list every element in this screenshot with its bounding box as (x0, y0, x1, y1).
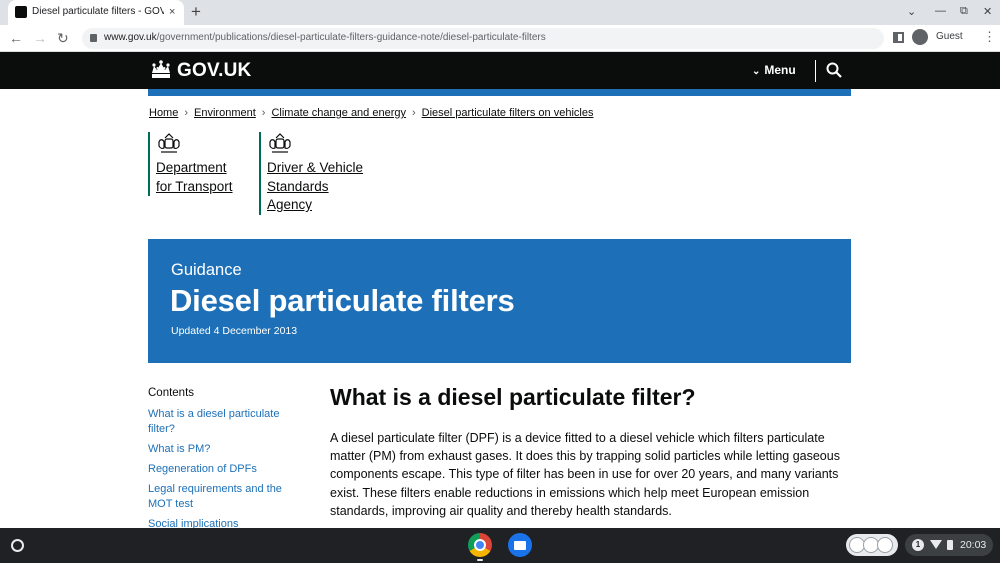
launcher-icon[interactable] (11, 539, 24, 552)
breadcrumb-separator-icon: › (184, 107, 189, 119)
minimize-icon[interactable]: — (935, 5, 946, 17)
chrome-icon-center (474, 539, 486, 551)
crown-icon[interactable] (149, 59, 173, 81)
lock-icon[interactable] (90, 34, 97, 42)
org-name-line[interactable]: Driver & Vehicle (267, 159, 363, 178)
new-tab-button[interactable]: + (191, 2, 201, 22)
address-bar[interactable]: www.gov.uk/government/publications/diese… (82, 28, 884, 49)
header-divider (815, 60, 816, 82)
reload-icon[interactable]: ↻ (57, 30, 69, 47)
tab-close-icon[interactable]: × (169, 5, 175, 19)
breadcrumb-separator-icon: › (411, 107, 416, 119)
contents-list: What is a diesel particulate filter? Wha… (148, 407, 298, 537)
browser-toolbar: ← → ↻ www.gov.uk/government/publications… (0, 25, 1000, 52)
side-panel-icon[interactable] (893, 32, 904, 43)
breadcrumb-separator-icon: › (261, 107, 266, 119)
breadcrumb-environment[interactable]: Environment (194, 107, 256, 119)
body-paragraph: A diesel particulate filter (DPF) is a d… (330, 431, 840, 518)
status-area[interactable]: 1 20:03 (905, 534, 993, 556)
chrome-icon[interactable] (468, 533, 492, 557)
os-shelf: 1 20:03 (0, 528, 1000, 563)
title-banner: Guidance Diesel particulate filters Upda… (148, 239, 851, 363)
menu-button[interactable]: ⌄ Menu (752, 63, 796, 77)
contents-link[interactable]: What is a diesel particulate filter? (148, 407, 298, 437)
profile-avatar-icon[interactable] (912, 29, 928, 45)
page-title: Diesel particulate filters (170, 283, 515, 318)
wifi-icon (930, 540, 942, 549)
chevron-down-icon: ⌄ (752, 66, 761, 77)
contents-link[interactable]: Regeneration of DPFs (148, 462, 298, 477)
running-indicator (477, 559, 483, 561)
clock: 20:03 (960, 539, 987, 551)
holding-space-tray[interactable] (846, 534, 898, 556)
battery-icon (947, 540, 953, 550)
notification-count-badge: 1 (912, 539, 924, 551)
org-name-line[interactable]: Standards (267, 178, 363, 197)
header-blue-bar (148, 89, 851, 96)
contents-heading: Contents (148, 387, 195, 399)
holding-item-icon (877, 537, 893, 553)
tab-title: Diesel particulate filters - GOV.UK (32, 6, 164, 17)
org-name-line[interactable]: Department (156, 159, 233, 178)
files-icon[interactable] (508, 533, 532, 557)
govuk-logo-text[interactable]: GOV.UK (177, 60, 251, 82)
org-logo-dvsa[interactable]: Driver & Vehicle Standards Agency (259, 132, 363, 215)
document-type: Guidance (171, 261, 242, 279)
org-logo-dft[interactable]: Department for Transport (148, 132, 233, 196)
breadcrumb-climate-change[interactable]: Climate change and energy (271, 107, 406, 119)
folder-icon (514, 541, 526, 550)
forward-icon[interactable]: → (33, 30, 47, 46)
breadcrumb-dpf-on-vehicles[interactable]: Diesel particulate filters on vehicles (422, 107, 594, 119)
royal-arms-icon (158, 133, 180, 153)
menu-label: Menu (764, 63, 796, 77)
section-heading: What is a diesel particulate filter? (330, 384, 696, 410)
browser-tab-strip: Diesel particulate filters - GOV.UK × + … (0, 0, 1000, 25)
org-name-line[interactable]: Agency (267, 196, 363, 215)
browser-menu-icon[interactable]: ⋮ (983, 29, 996, 45)
browser-tab[interactable]: Diesel particulate filters - GOV.UK × (8, 0, 184, 25)
breadcrumb: Home › Environment › Climate change and ener… (149, 107, 593, 119)
contents-link[interactable]: What is PM? (148, 442, 298, 457)
restore-icon[interactable]: ⧉ (960, 5, 968, 18)
royal-arms-icon (269, 133, 291, 153)
breadcrumb-home[interactable]: Home (149, 107, 178, 119)
back-icon[interactable]: ← (9, 30, 23, 46)
updated-date: Updated 4 December 2013 (171, 325, 298, 337)
tab-search-icon[interactable]: ⌄ (907, 5, 916, 18)
org-name-line[interactable]: for Transport (156, 178, 233, 197)
govuk-favicon-icon (15, 6, 27, 18)
profile-label[interactable]: Guest (936, 31, 963, 42)
address-url[interactable]: www.gov.uk/government/publications/diese… (104, 32, 546, 43)
search-icon[interactable] (826, 62, 842, 78)
govuk-header: GOV.UK ⌄ Menu (0, 52, 1000, 89)
close-window-icon[interactable]: ✕ (983, 5, 992, 18)
contents-link[interactable]: Legal requirements and the MOT test (148, 482, 298, 512)
